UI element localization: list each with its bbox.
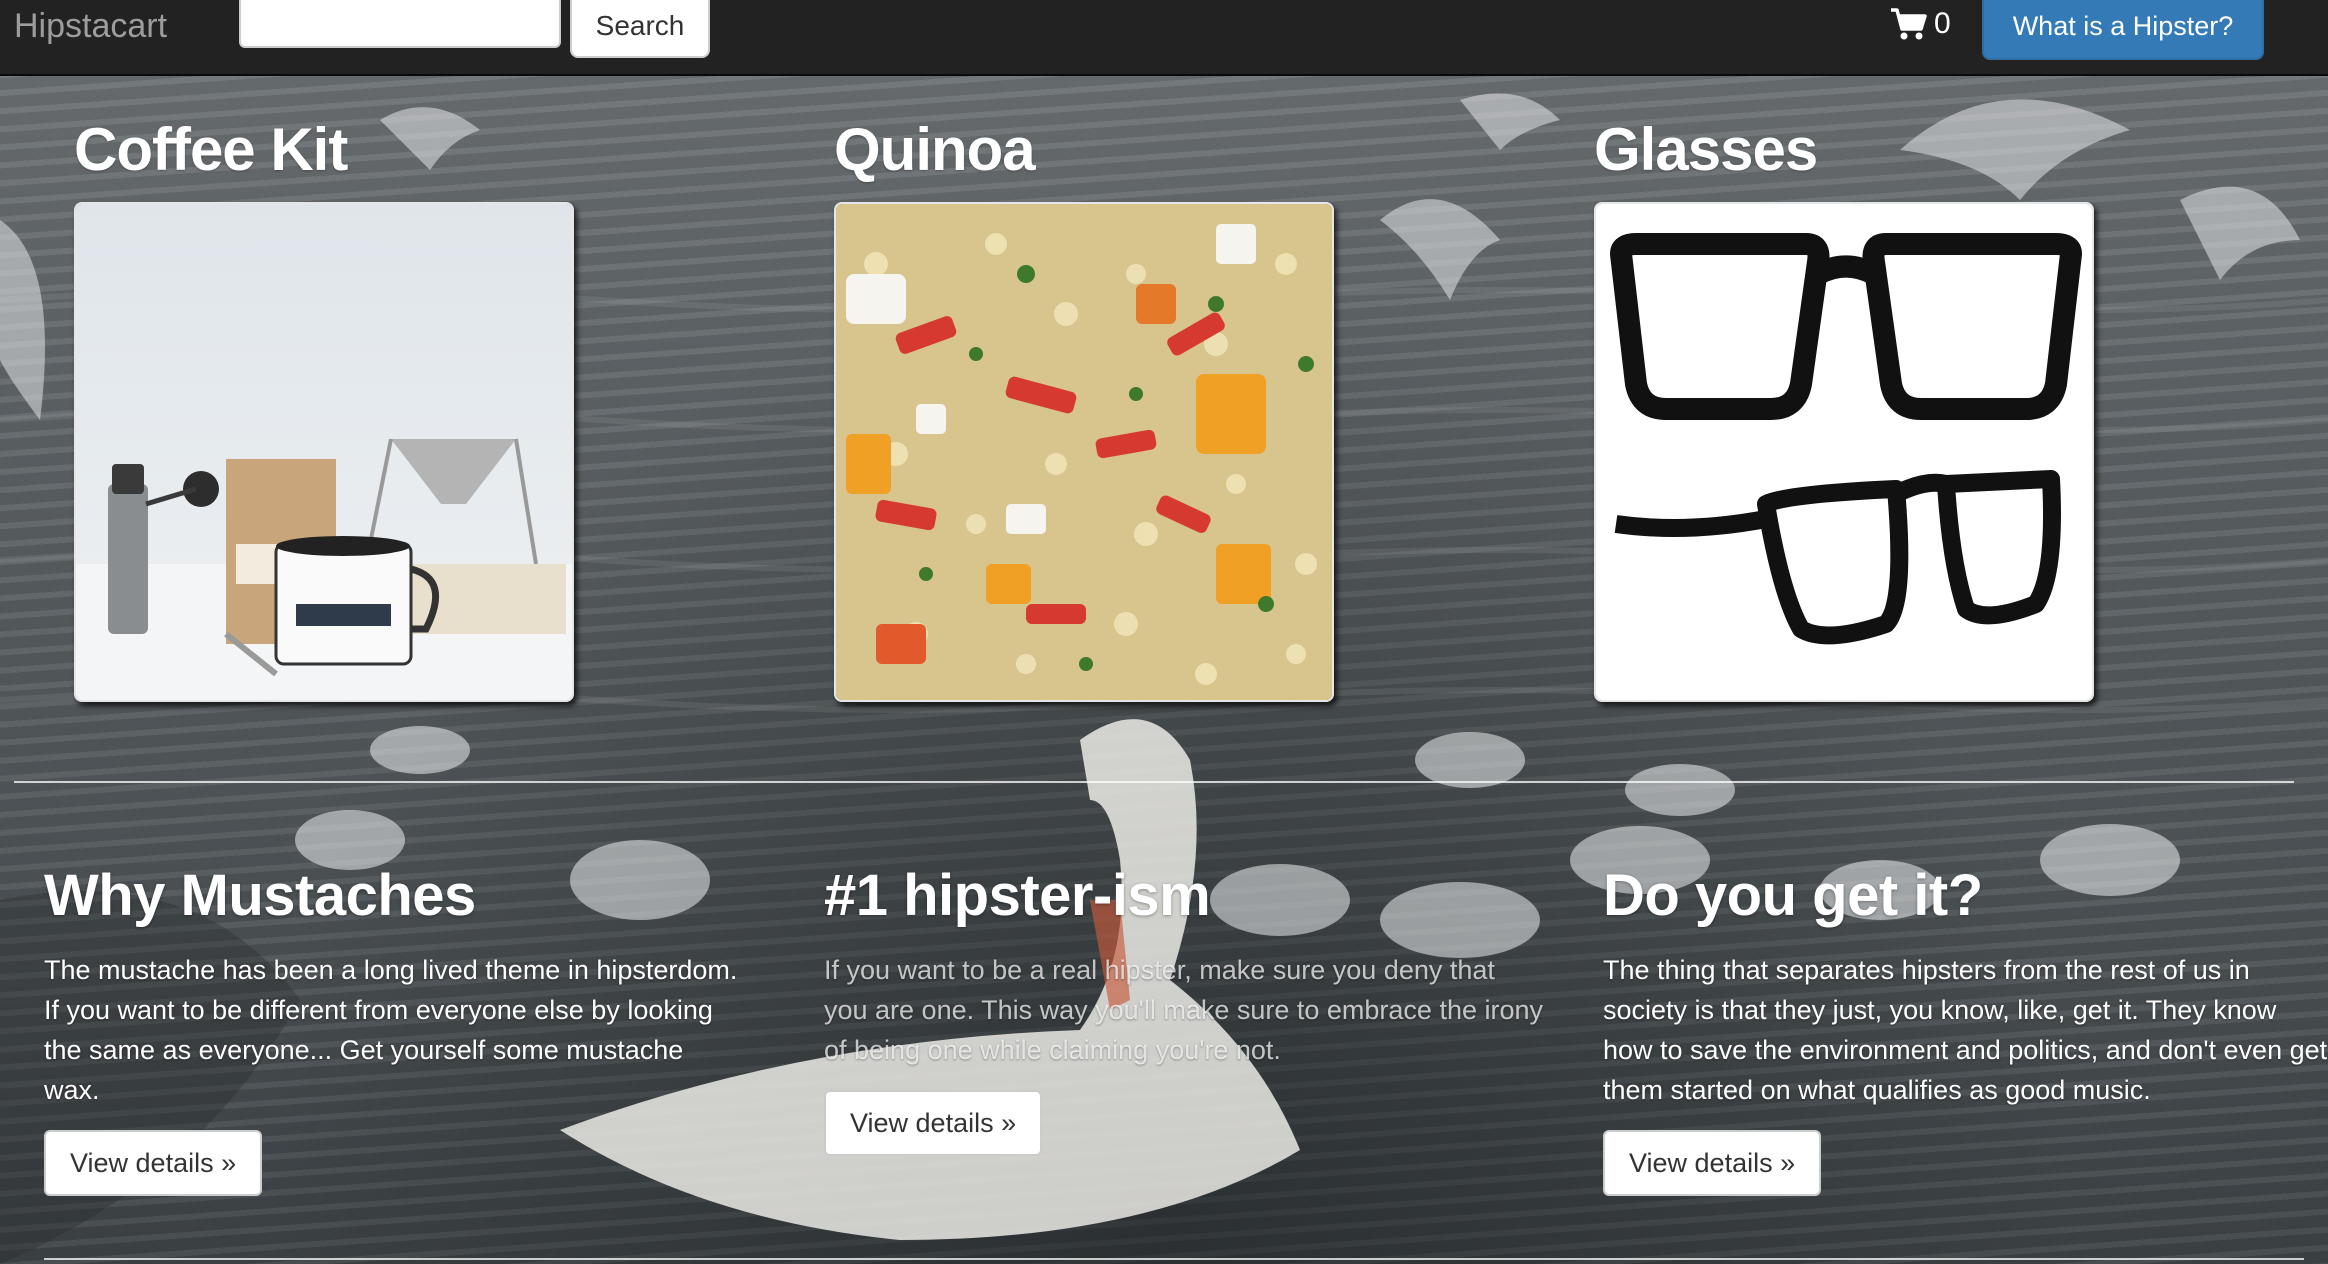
quinoa-salad-illustration xyxy=(836,204,1332,700)
coffee-kit-illustration xyxy=(76,204,572,700)
product-title-coffee-kit: Coffee Kit xyxy=(74,116,348,183)
view-details-button-get-it[interactable]: View details » xyxy=(1603,1130,1822,1196)
view-details-button-mustaches[interactable]: View details » xyxy=(44,1130,263,1196)
footer-divider xyxy=(44,1258,2304,1260)
product-title-glasses: Glasses xyxy=(1594,116,1818,183)
what-is-a-hipster-button[interactable]: What is a Hipster? xyxy=(1982,0,2264,60)
feature-text-hipster-ism: If you want to be a real hipster, make s… xyxy=(824,955,1544,1065)
feature-heading-mustaches: Why Mustaches xyxy=(44,863,476,928)
feature-heading-hipster-ism: #1 hipster-ism xyxy=(824,863,1211,928)
top-navbar: Hipstacart Search 0 What is a Hipster? xyxy=(0,0,2328,76)
glasses-illustration xyxy=(1596,204,2092,700)
search-input[interactable] xyxy=(239,0,561,48)
view-details-button-hipster-ism[interactable]: View details » xyxy=(824,1090,1043,1156)
feature-text-get-it: The thing that separates hipsters from t… xyxy=(1603,955,2328,1105)
product-image-quinoa[interactable] xyxy=(834,202,1334,702)
shopping-cart-icon xyxy=(1891,8,1927,40)
cart-link[interactable]: 0 xyxy=(1890,4,1951,44)
feature-heading-get-it: Do you get it? xyxy=(1603,863,1983,928)
search-button[interactable]: Search xyxy=(570,0,710,58)
product-image-coffee-kit[interactable] xyxy=(74,202,574,702)
product-image-glasses[interactable] xyxy=(1594,202,2094,702)
feature-text-mustaches: The mustache has been a long lived theme… xyxy=(44,955,738,1105)
product-title-quinoa: Quinoa xyxy=(834,116,1036,183)
section-divider xyxy=(14,781,2294,783)
cart-count: 0 xyxy=(1934,7,1951,40)
brand-logo-link[interactable]: Hipstacart xyxy=(14,6,167,46)
